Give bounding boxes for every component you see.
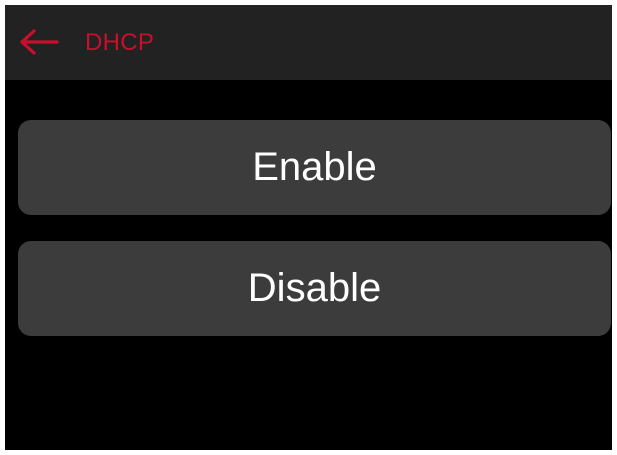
header-bar: DHCP <box>5 5 612 80</box>
disable-button-label: Disable <box>247 266 382 310</box>
enable-button-label: Enable <box>252 145 377 189</box>
disable-button[interactable]: Disable <box>18 241 611 336</box>
dhcp-screen: DHCP Enable Disable <box>5 5 612 450</box>
enable-button[interactable]: Enable <box>18 120 611 215</box>
page-title: DHCP <box>85 29 155 56</box>
arrow-left-icon <box>20 29 59 55</box>
back-button[interactable] <box>16 25 62 59</box>
